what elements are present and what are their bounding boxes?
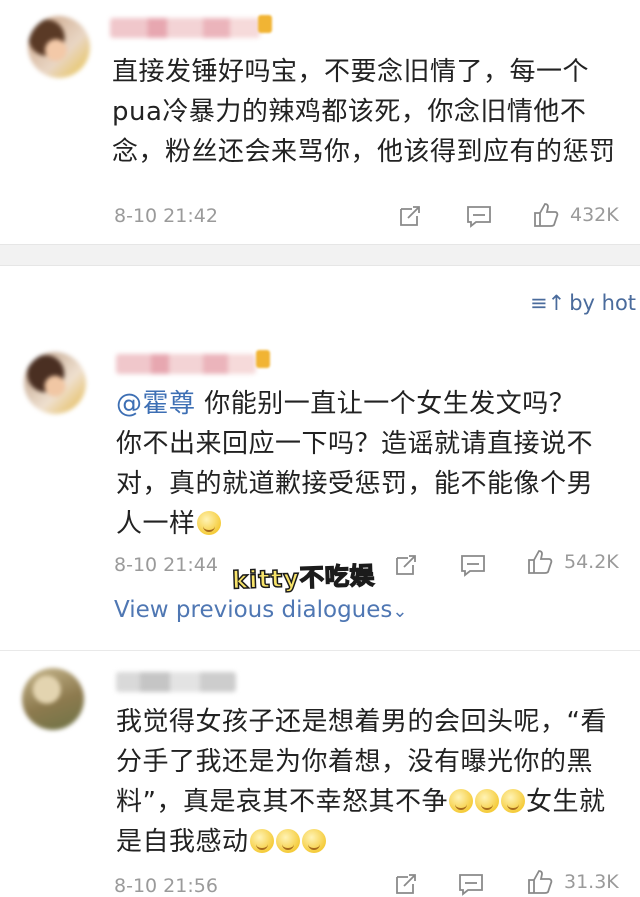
sort-icon: ≡↑	[530, 291, 566, 315]
comment-button[interactable]	[458, 872, 484, 896]
like-button[interactable]: 432K	[532, 201, 619, 229]
comment-icon	[467, 206, 491, 228]
watermark: kitty不吃娱	[231, 561, 376, 595]
section-divider	[0, 244, 640, 266]
sort-label: by hot	[569, 291, 637, 315]
comment-icon	[459, 874, 483, 896]
emoji-icon	[275, 829, 300, 853]
comment-time: 8-10 21:56	[114, 875, 218, 897]
thumbs-up-icon	[528, 870, 553, 894]
thumbs-up-icon	[528, 550, 553, 574]
vip-badge-icon	[258, 15, 272, 33]
username-blurred[interactable]	[116, 672, 236, 692]
comment-button[interactable]	[460, 553, 486, 577]
username-blurred[interactable]	[116, 354, 256, 374]
repost-icon	[400, 206, 420, 226]
comment-text: 直接发锤好吗宝，不要念旧情了，每一个 pua冷暴力的辣鸡都该死，你念旧情他不 念…	[112, 57, 616, 167]
chevron-down-icon: ⌄	[392, 601, 408, 622]
thumbs-up-icon	[534, 203, 559, 227]
sort-toggle[interactable]: ≡↑ by hot	[530, 291, 636, 315]
like-button[interactable]: 31.3K	[526, 868, 619, 896]
like-count: 54.2K	[564, 551, 619, 573]
comment-button[interactable]	[466, 204, 492, 228]
emoji-icon	[301, 829, 326, 853]
username-blurred[interactable]	[110, 18, 260, 38]
avatar[interactable]	[28, 16, 90, 78]
comment-icon	[461, 555, 485, 577]
mention-link[interactable]: @霍尊	[116, 389, 196, 419]
repost-button[interactable]	[394, 872, 418, 896]
comment-time: 8-10 21:42	[114, 205, 218, 227]
emoji-icon	[474, 789, 499, 813]
repost-icon	[396, 874, 416, 894]
repost-button[interactable]	[398, 204, 422, 228]
vip-badge-icon	[256, 350, 270, 368]
view-previous-dialogues-link[interactable]: View previous dialogues⌄	[114, 597, 408, 623]
comment-item: 我觉得女孩子还是想着男的会回头呢，“看 分手了我还是为你着想，没有曝光你的黑 料…	[0, 654, 640, 897]
like-count: 31.3K	[564, 871, 619, 893]
comment-separator	[0, 650, 640, 651]
repost-icon	[396, 555, 416, 575]
avatar[interactable]	[22, 668, 84, 730]
emoji-icon	[500, 789, 525, 813]
repost-button[interactable]	[394, 553, 418, 577]
comment-time: 8-10 21:44	[114, 554, 218, 576]
emoji-icon	[448, 789, 473, 813]
emoji-icon	[196, 511, 221, 535]
comment-item: @霍尊 你能别一直让一个女生发文吗？ 你不出来回应一下吗？造谣就请直接说不 对，…	[0, 340, 640, 645]
top-comment: 直接发锤好吗宝，不要念旧情了，每一个 pua冷暴力的辣鸡都该死，你念旧情他不 念…	[0, 0, 640, 244]
avatar[interactable]	[24, 352, 86, 414]
comment-text: @霍尊 你能别一直让一个女生发文吗？ 你不出来回应一下吗？造谣就请直接说不 对，…	[116, 389, 594, 539]
comment-text: 我觉得女孩子还是想着男的会回头呢，“看 分手了我还是为你着想，没有曝光你的黑 料…	[116, 707, 607, 857]
like-button[interactable]: 54.2K	[526, 548, 619, 576]
emoji-icon	[249, 829, 274, 853]
like-count: 432K	[570, 204, 619, 226]
